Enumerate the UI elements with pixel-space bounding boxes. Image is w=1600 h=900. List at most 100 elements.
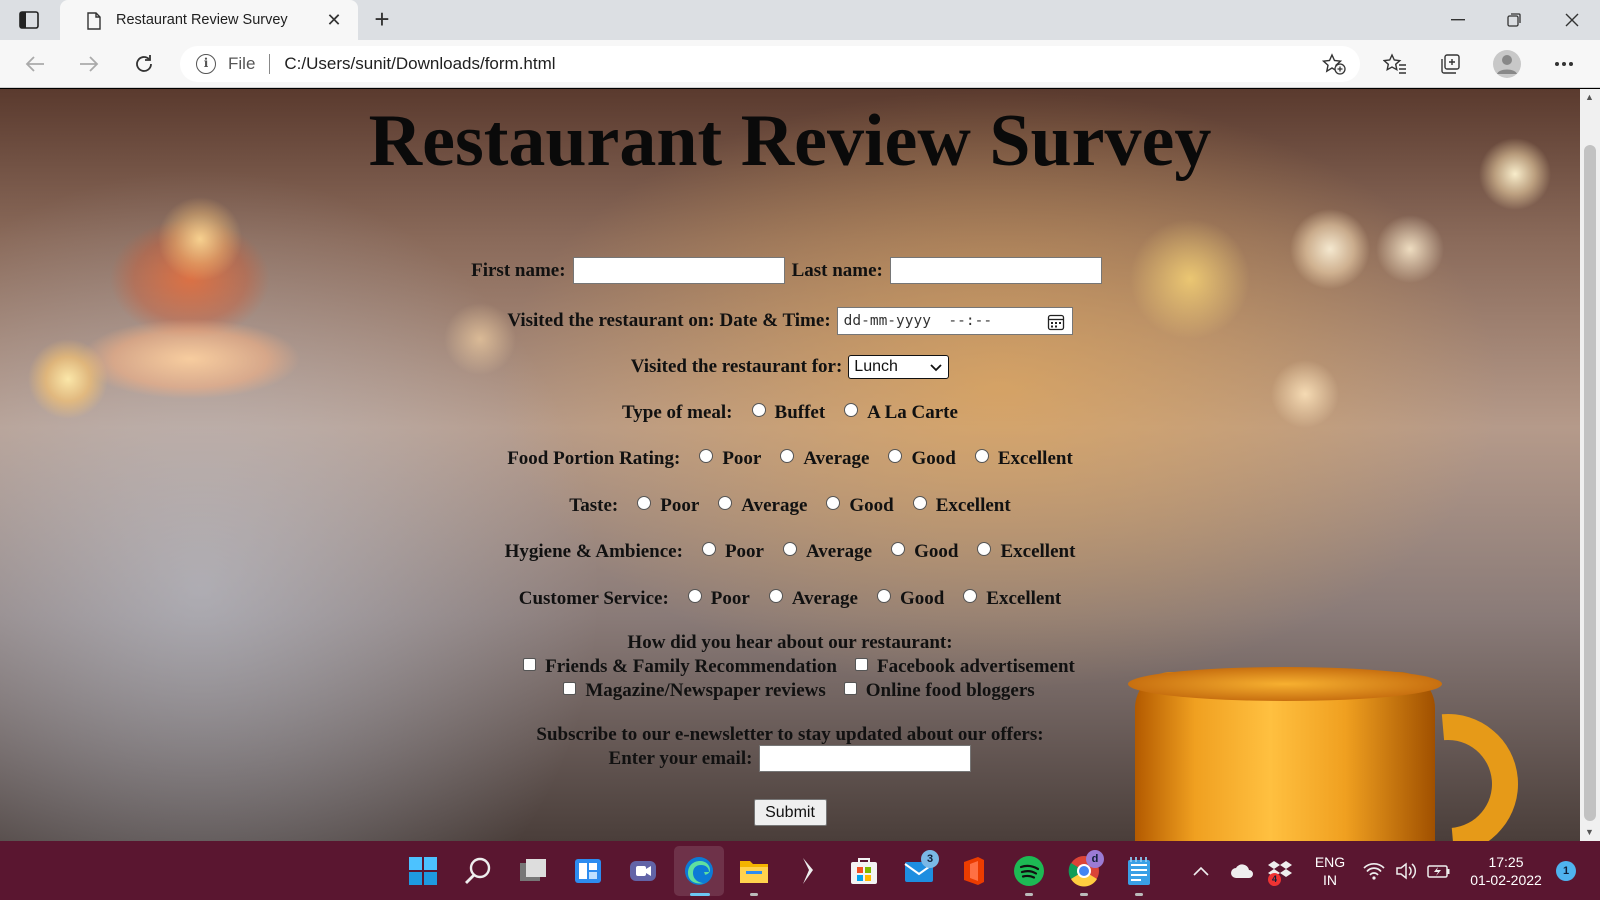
language-code: ENG	[1314, 854, 1346, 870]
food-portion-rating-row: Food Portion Rating: Poor Average Good E…	[0, 448, 1580, 470]
rating-radio-average[interactable]	[780, 449, 795, 463]
search-icon[interactable]	[461, 854, 495, 888]
rating-radio-average[interactable]	[768, 589, 783, 603]
vertical-scrollbar[interactable]: ▲ ▼	[1580, 89, 1600, 841]
rating-radio-poor[interactable]	[687, 589, 702, 603]
rating-radio-poor[interactable]	[637, 496, 652, 510]
spotify-icon[interactable]	[1012, 854, 1046, 888]
first-name-input[interactable]	[572, 257, 785, 284]
rating-radio-excellent[interactable]	[974, 449, 989, 463]
office-icon[interactable]	[957, 854, 991, 888]
wifi-icon[interactable]	[1360, 854, 1388, 888]
chrome-running-indicator	[1080, 893, 1088, 896]
visit-datetime-input[interactable]: dd-mm-yyyy --:--	[836, 307, 1073, 335]
checkbox-friends-family[interactable]	[523, 657, 537, 671]
scrollbar-thumb[interactable]	[1584, 145, 1596, 821]
taste-rating-row: Taste: Poor Average Good Excellent	[0, 495, 1580, 517]
rating-label: Taste:	[569, 495, 619, 516]
rating-radio-poor[interactable]	[699, 449, 714, 463]
rating-radio-good[interactable]	[891, 542, 906, 556]
microsoft-store-icon[interactable]	[847, 854, 881, 888]
checkbox-online-bloggers[interactable]	[843, 681, 857, 695]
email-row: Enter your email:	[0, 745, 1580, 772]
checkbox-magazine-newspaper[interactable]	[563, 681, 577, 695]
restore-icon[interactable]	[1486, 0, 1542, 40]
submit-button[interactable]: Submit	[753, 799, 827, 826]
checkbox-facebook[interactable]	[854, 657, 868, 671]
url-text[interactable]: C:/Users/sunit/Downloads/form.html	[284, 54, 555, 74]
edge-running-indicator	[690, 893, 710, 896]
email-input[interactable]	[759, 745, 972, 772]
newsletter-row: Subscribe to our e-newsletter to stay up…	[0, 724, 1580, 746]
rating-radio-good[interactable]	[826, 496, 841, 510]
rating-radio-good[interactable]	[888, 449, 903, 463]
notepad-running-indicator	[1135, 893, 1143, 896]
profile-avatar-icon[interactable]	[1491, 48, 1523, 80]
volume-icon[interactable]	[1392, 854, 1420, 888]
hygiene-rating-row: Hygiene & Ambience: Poor Average Good Ex…	[0, 541, 1580, 563]
rating-radio-average[interactable]	[718, 496, 733, 510]
visited-for-label: Visited the restaurant for:	[630, 356, 843, 377]
clock[interactable]: 17:25 01-02-2022	[1460, 853, 1552, 889]
last-name-label: Last name:	[791, 259, 883, 281]
rating-label: Customer Service:	[518, 588, 669, 609]
rating-option-label: Average	[741, 495, 808, 516]
rating-option-label: Good	[849, 495, 894, 516]
rating-radio-excellent[interactable]	[963, 589, 978, 603]
scroll-down-icon[interactable]: ▼	[1585, 827, 1594, 837]
rating-label: Hygiene & Ambience:	[504, 541, 683, 562]
show-hidden-icons-chevron-icon[interactable]	[1184, 854, 1218, 888]
address-bar[interactable]: i File C:/Users/sunit/Downloads/form.htm…	[180, 46, 1360, 82]
terminal-app-icon[interactable]	[792, 854, 826, 888]
back-icon[interactable]	[19, 48, 51, 80]
rating-option-label: Excellent	[986, 588, 1062, 609]
rating-radio-average[interactable]	[782, 542, 797, 556]
edge-browser-icon[interactable]	[682, 854, 716, 888]
calendar-icon[interactable]	[1047, 313, 1065, 335]
meal-type-radio-buffet[interactable]	[751, 403, 766, 417]
task-view-icon[interactable]	[516, 854, 550, 888]
file-explorer-icon[interactable]	[737, 854, 771, 888]
rating-radio-excellent[interactable]	[912, 496, 927, 510]
meal-type-radio-a-la-carte[interactable]	[844, 403, 859, 417]
browser-tab[interactable]: Restaurant Review Survey ✕	[60, 0, 358, 40]
scroll-up-icon[interactable]: ▲	[1585, 92, 1594, 102]
rating-radio-poor[interactable]	[701, 542, 716, 556]
rating-label: Food Portion Rating:	[507, 448, 681, 469]
checkbox-label: Magazine/Newspaper reviews	[585, 680, 826, 701]
widgets-icon[interactable]	[571, 854, 605, 888]
rating-radio-excellent[interactable]	[977, 542, 992, 556]
notepad-icon[interactable]	[1122, 854, 1156, 888]
favorites-icon[interactable]	[1379, 48, 1411, 80]
last-name-input[interactable]	[889, 257, 1102, 284]
minimize-icon[interactable]	[1430, 0, 1486, 40]
address-separator	[269, 54, 271, 74]
close-tab-icon[interactable]: ✕	[324, 10, 344, 31]
tab-actions-icon[interactable]	[14, 8, 44, 32]
battery-charging-icon[interactable]	[1424, 854, 1454, 888]
checkbox-label: Facebook advertisement	[876, 656, 1075, 677]
rating-option-label: Average	[791, 588, 858, 609]
visited-for-select[interactable]: Lunch	[848, 355, 950, 379]
language-indicator[interactable]: ENG IN	[1312, 853, 1348, 889]
refresh-icon[interactable]	[128, 48, 160, 80]
close-window-icon[interactable]	[1544, 0, 1600, 40]
collections-icon[interactable]	[1434, 48, 1466, 80]
teams-chat-icon[interactable]	[626, 854, 660, 888]
clock-date: 01-02-2022	[1470, 872, 1542, 888]
start-icon[interactable]	[406, 854, 440, 888]
submit-row: Submit	[0, 799, 1580, 826]
more-options-icon[interactable]	[1548, 48, 1580, 80]
new-tab-icon[interactable]: +	[368, 6, 396, 34]
page-title: Restaurant Review Survey	[368, 100, 1212, 182]
rating-radio-good[interactable]	[876, 589, 891, 603]
forward-icon[interactable]	[73, 48, 105, 80]
meal-type-label: Type of meal:	[622, 402, 733, 423]
hear-about-heading-row: How did you hear about our restaurant:	[0, 632, 1580, 654]
add-favorite-icon[interactable]	[1321, 53, 1346, 80]
navigation-bar: i File C:/Users/sunit/Downloads/form.htm…	[0, 40, 1600, 88]
spotify-running-indicator	[1025, 893, 1033, 896]
notification-center-badge[interactable]: 1	[1556, 861, 1576, 881]
info-icon[interactable]: i	[196, 54, 216, 74]
onedrive-cloud-icon[interactable]	[1225, 854, 1259, 888]
